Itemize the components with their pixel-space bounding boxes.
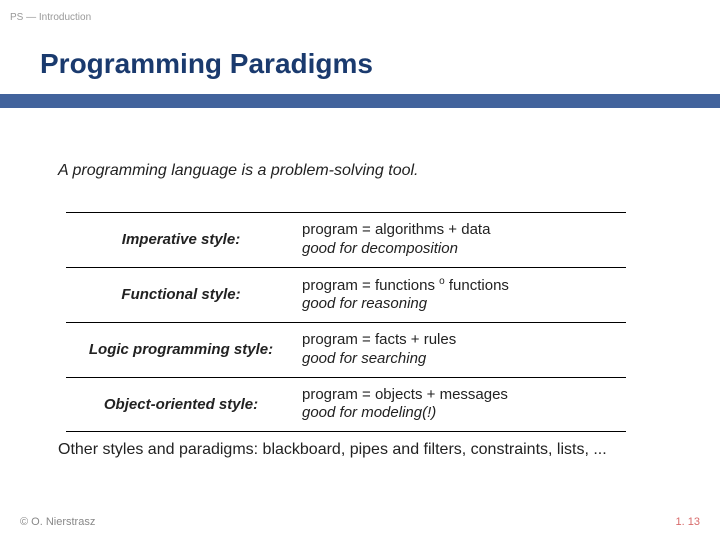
table-row: Functional style: program = functions o … — [66, 268, 626, 324]
style-label: Logic programming style: — [66, 323, 296, 377]
copyright: © O. Nierstrasz — [20, 516, 95, 528]
style-label: Imperative style: — [66, 213, 296, 267]
style-desc: program = functions o functions good for… — [296, 268, 626, 323]
desc-frag: program = functions — [302, 277, 439, 294]
style-desc: program = objects + messages good for mo… — [296, 378, 626, 432]
page-number: 1. 13 — [676, 516, 700, 528]
desc-line2: good for searching — [302, 350, 620, 369]
table-row: Imperative style: program = algorithms +… — [66, 212, 626, 268]
desc-line1: program = objects + messages — [302, 386, 620, 405]
page-title: Programming Paradigms — [40, 48, 373, 80]
desc-frag: functions — [445, 277, 509, 294]
desc-line1: program = facts + rules — [302, 331, 620, 350]
desc-line2: good for reasoning — [302, 295, 620, 314]
desc-line2: good for decomposition — [302, 240, 620, 259]
desc-line1: program = algorithms + data — [302, 221, 620, 240]
desc-line1: program = functions o functions — [302, 276, 620, 296]
styles-table: Imperative style: program = algorithms +… — [66, 212, 626, 432]
desc-line2: good for modeling(!) — [302, 404, 620, 423]
style-label: Functional style: — [66, 268, 296, 323]
table-row: Logic programming style: program = facts… — [66, 323, 626, 378]
style-desc: program = facts + rules good for searchi… — [296, 323, 626, 377]
outro-text: Other styles and paradigms: blackboard, … — [58, 440, 618, 461]
style-label: Object-oriented style: — [66, 378, 296, 432]
intro-text: A programming language is a problem-solv… — [58, 162, 418, 180]
title-accent-bar — [0, 94, 720, 108]
style-desc: program = algorithms + data good for dec… — [296, 213, 626, 267]
table-row: Object-oriented style: program = objects… — [66, 378, 626, 433]
breadcrumb: PS — Introduction — [10, 12, 91, 23]
